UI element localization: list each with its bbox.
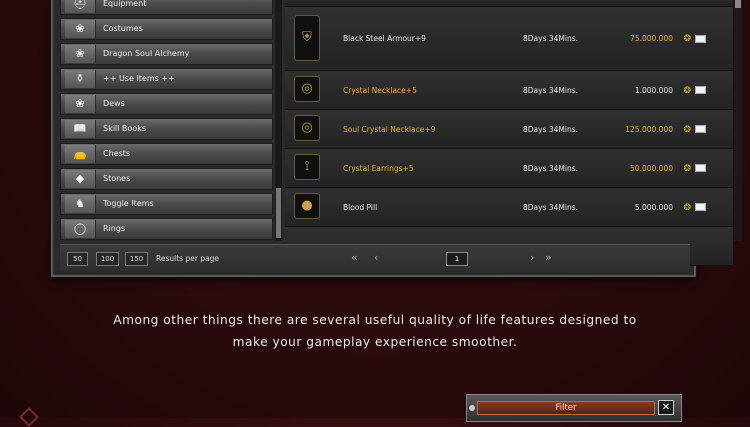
sidebar-item-chests[interactable]: 👝 Chests xyxy=(60,143,273,165)
sidebar-item-label: Chests xyxy=(103,149,131,158)
necklace-icon: ◎ xyxy=(294,76,320,102)
armour-icon: ⛨ xyxy=(294,15,320,61)
sidebar-item-dragon-soul-alchemy[interactable]: ❀ Dragon Soul Alchemy xyxy=(60,43,273,65)
results-per-page-label: Results per page xyxy=(156,254,220,263)
caption-line-2: make your gameplay experience smoother. xyxy=(232,335,518,349)
sidebar-item-label: Skill Books xyxy=(103,124,146,133)
helmet-icon: ⛑ xyxy=(65,0,96,13)
prev-page-icon[interactable]: ‹ xyxy=(374,251,378,265)
table-row[interactable]: ⟟ Crystal Earrings+5 8Days 34Mins. 50.000.0… xyxy=(285,149,733,188)
pagination-bar: 50 100 150 Results per page « ‹ 1 › » xyxy=(60,244,690,271)
sidebar-item-equipment[interactable]: ⛑ Equipment xyxy=(60,0,273,15)
mail-icon[interactable] xyxy=(695,203,706,211)
item-price: 125.000.000 xyxy=(625,125,673,134)
horse-icon: ♞ xyxy=(65,195,96,213)
feature-caption: Among other things there are several use… xyxy=(0,309,750,353)
item-time-remaining: 8Days 34Mins. xyxy=(523,203,579,212)
pill-icon: ● xyxy=(294,193,320,219)
sidebar-item-skill-books[interactable]: 📖 Skill Books xyxy=(60,118,273,140)
sidebar-item-label: Toggle Items xyxy=(103,199,154,208)
table-row[interactable]: ⛨ Black Steel Armour+9 8Days 34Mins. 75.000… xyxy=(285,7,733,71)
coins-icon: ❂ xyxy=(683,86,691,96)
lotus-icon: ❀ xyxy=(65,95,96,113)
item-name: Blood Pill xyxy=(343,203,378,212)
sidebar-item-rings[interactable]: ◯ Rings xyxy=(60,218,273,240)
sidebar-item-label: Stones xyxy=(103,174,131,183)
per-page-150-button[interactable]: 150 xyxy=(125,252,148,266)
marketplace-window: ⛑ Equipment ❀ Costumes ❀ Dragon Soul Alchemy ⚱… xyxy=(51,0,742,277)
potion-icon: ⚱ xyxy=(65,70,96,88)
item-name: Soul Crystal Necklace+9 xyxy=(343,125,436,134)
sidebar-item-label: Costumes xyxy=(103,24,143,33)
sidebar-scrollbar[interactable] xyxy=(275,0,282,241)
item-name: Crystal Earrings+5 xyxy=(343,164,414,173)
first-page-icon[interactable]: « xyxy=(351,251,358,265)
bag-icon: 👝 xyxy=(65,145,96,163)
list-scrollbar[interactable] xyxy=(734,0,742,241)
per-page-50-button[interactable]: 50 xyxy=(67,252,88,266)
item-name: Crystal Necklace+5 xyxy=(343,86,417,95)
table-row[interactable]: ◎ Soul Crystal Necklace+9 8Days 34Mins. 125… xyxy=(285,110,733,149)
decorative-corner-icon xyxy=(19,407,39,427)
sidebar-item-label: Dragon Soul Alchemy xyxy=(103,49,190,58)
book-icon: 📖 xyxy=(65,120,96,138)
necklace-icon: ◎ xyxy=(294,115,320,141)
mail-icon[interactable] xyxy=(695,86,706,94)
table-row[interactable]: ● Blood Pill 8Days 34Mins. 5.000.000 ❂ xyxy=(285,188,733,227)
earrings-icon: ⟟ xyxy=(294,154,320,180)
item-time-remaining: 8Days 34Mins. xyxy=(523,125,579,134)
scrollbar-thumb[interactable] xyxy=(735,0,741,8)
coins-icon: ❂ xyxy=(683,164,691,174)
item-price: 50.000.000 xyxy=(630,164,673,173)
lotus-icon: ❀ xyxy=(65,20,96,38)
stone-icon: ◆ xyxy=(65,170,96,188)
coins-icon: ❂ xyxy=(683,203,691,213)
item-name: Black Steel Armour+9 xyxy=(343,34,426,43)
table-row-partial xyxy=(285,0,733,7)
sidebar-item-use-items[interactable]: ⚱ ++ Use Items ++ xyxy=(60,68,273,90)
item-time-remaining: 8Days 34Mins. xyxy=(523,164,579,173)
close-icon[interactable]: ✕ xyxy=(658,400,674,415)
scrollbar-thumb[interactable] xyxy=(276,188,281,238)
sidebar-item-dews[interactable]: ❀ Dews xyxy=(60,93,273,115)
sidebar-item-label: Dews xyxy=(103,99,125,108)
table-row[interactable]: ◎ Crystal Necklace+5 8Days 34Mins. 1.000.00… xyxy=(285,71,733,110)
item-price: 75.000.000 xyxy=(630,34,673,43)
item-list: ⛨ Black Steel Armour+9 8Days 34Mins. 75.000… xyxy=(285,0,733,266)
item-time-remaining: 8Days 34Mins. xyxy=(523,34,579,43)
key-icon xyxy=(469,405,475,411)
per-page-100-button[interactable]: 100 xyxy=(96,252,119,266)
item-price: 1.000.000 xyxy=(634,86,673,95)
mail-icon[interactable] xyxy=(695,35,706,43)
sidebar-item-label: ++ Use Items ++ xyxy=(103,74,175,83)
current-page-field[interactable]: 1 xyxy=(446,252,468,266)
last-page-icon[interactable]: » xyxy=(545,251,552,265)
item-price: 5.000.000 xyxy=(634,203,673,212)
sidebar-item-costumes[interactable]: ❀ Costumes xyxy=(60,18,273,40)
caption-line-1: Among other things there are several use… xyxy=(113,313,637,327)
ring-icon: ◯ xyxy=(65,220,96,238)
sidebar-item-stones[interactable]: ◆ Stones xyxy=(60,168,273,190)
next-page-icon[interactable]: › xyxy=(530,251,534,265)
coins-icon: ❂ xyxy=(683,125,691,135)
mail-icon[interactable] xyxy=(695,164,706,172)
sidebar-item-label: Rings xyxy=(103,224,126,233)
item-time-remaining: 8Days 34Mins. xyxy=(523,86,579,95)
lotus-icon: ❀ xyxy=(65,45,96,63)
sidebar-item-toggle-items[interactable]: ♞ Toggle Items xyxy=(60,193,273,215)
filter-button[interactable]: Filter xyxy=(477,401,655,415)
mail-icon[interactable] xyxy=(695,125,706,133)
coins-icon: ❂ xyxy=(683,34,691,44)
sidebar-item-label: Equipment xyxy=(103,0,147,8)
